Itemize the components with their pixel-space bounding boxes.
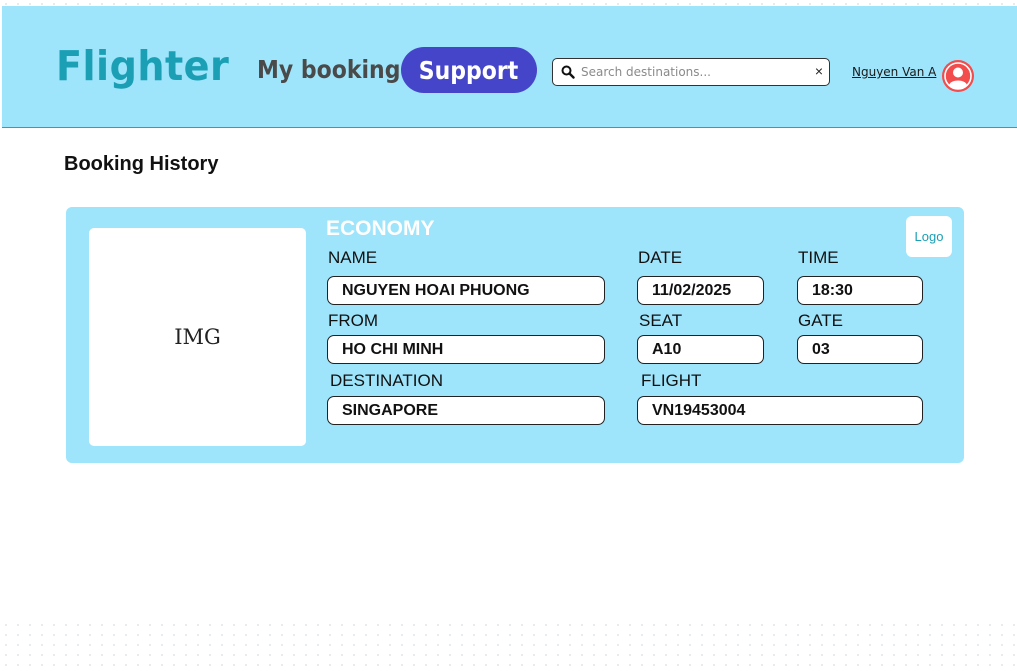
label-gate: GATE: [798, 311, 844, 330]
field-gate: 03: [797, 335, 923, 364]
label-flight: FLIGHT: [641, 371, 702, 390]
background-dots-bottom: [0, 620, 1017, 672]
page-title: Booking History: [64, 153, 219, 175]
label-destination: DESTINATION: [330, 371, 444, 390]
user-avatar-icon[interactable]: [942, 60, 974, 92]
label-seat: SEAT: [639, 311, 683, 330]
support-button[interactable]: Support: [401, 47, 537, 93]
search-bar: ×: [552, 58, 830, 86]
airline-logo-placeholder: Logo: [906, 216, 952, 257]
support-button-label: Support: [419, 55, 519, 85]
field-date: 11/02/2025: [637, 276, 764, 305]
ticket-class-label: ECONOMY: [326, 217, 435, 240]
field-time: 18:30: [797, 276, 923, 305]
nav-my-booking[interactable]: My booking: [257, 55, 400, 84]
close-icon[interactable]: ×: [815, 62, 823, 80]
search-icon: [561, 65, 575, 84]
user-name-link[interactable]: Nguyen Van A: [852, 65, 936, 79]
label-name: NAME: [328, 248, 378, 267]
field-from: HO CHI MINH: [327, 335, 605, 364]
top-header: Flighter My booking Support × Nguyen Van…: [2, 6, 1017, 128]
label-from: FROM: [328, 311, 379, 330]
field-seat: A10: [637, 335, 764, 364]
booking-ticket-card[interactable]: IMG ECONOMY Logo NAME DATE TIME NGUYEN H…: [66, 207, 964, 463]
ticket-image-placeholder: IMG: [89, 228, 306, 446]
field-name: NGUYEN HOAI PHUONG: [327, 276, 605, 305]
field-destination: SINGAPORE: [327, 396, 605, 425]
search-input[interactable]: [581, 62, 803, 82]
label-time: TIME: [798, 248, 839, 267]
field-flight: VN19453004: [637, 396, 923, 425]
label-date: DATE: [638, 248, 683, 267]
brand-logo[interactable]: Flighter: [56, 42, 229, 90]
